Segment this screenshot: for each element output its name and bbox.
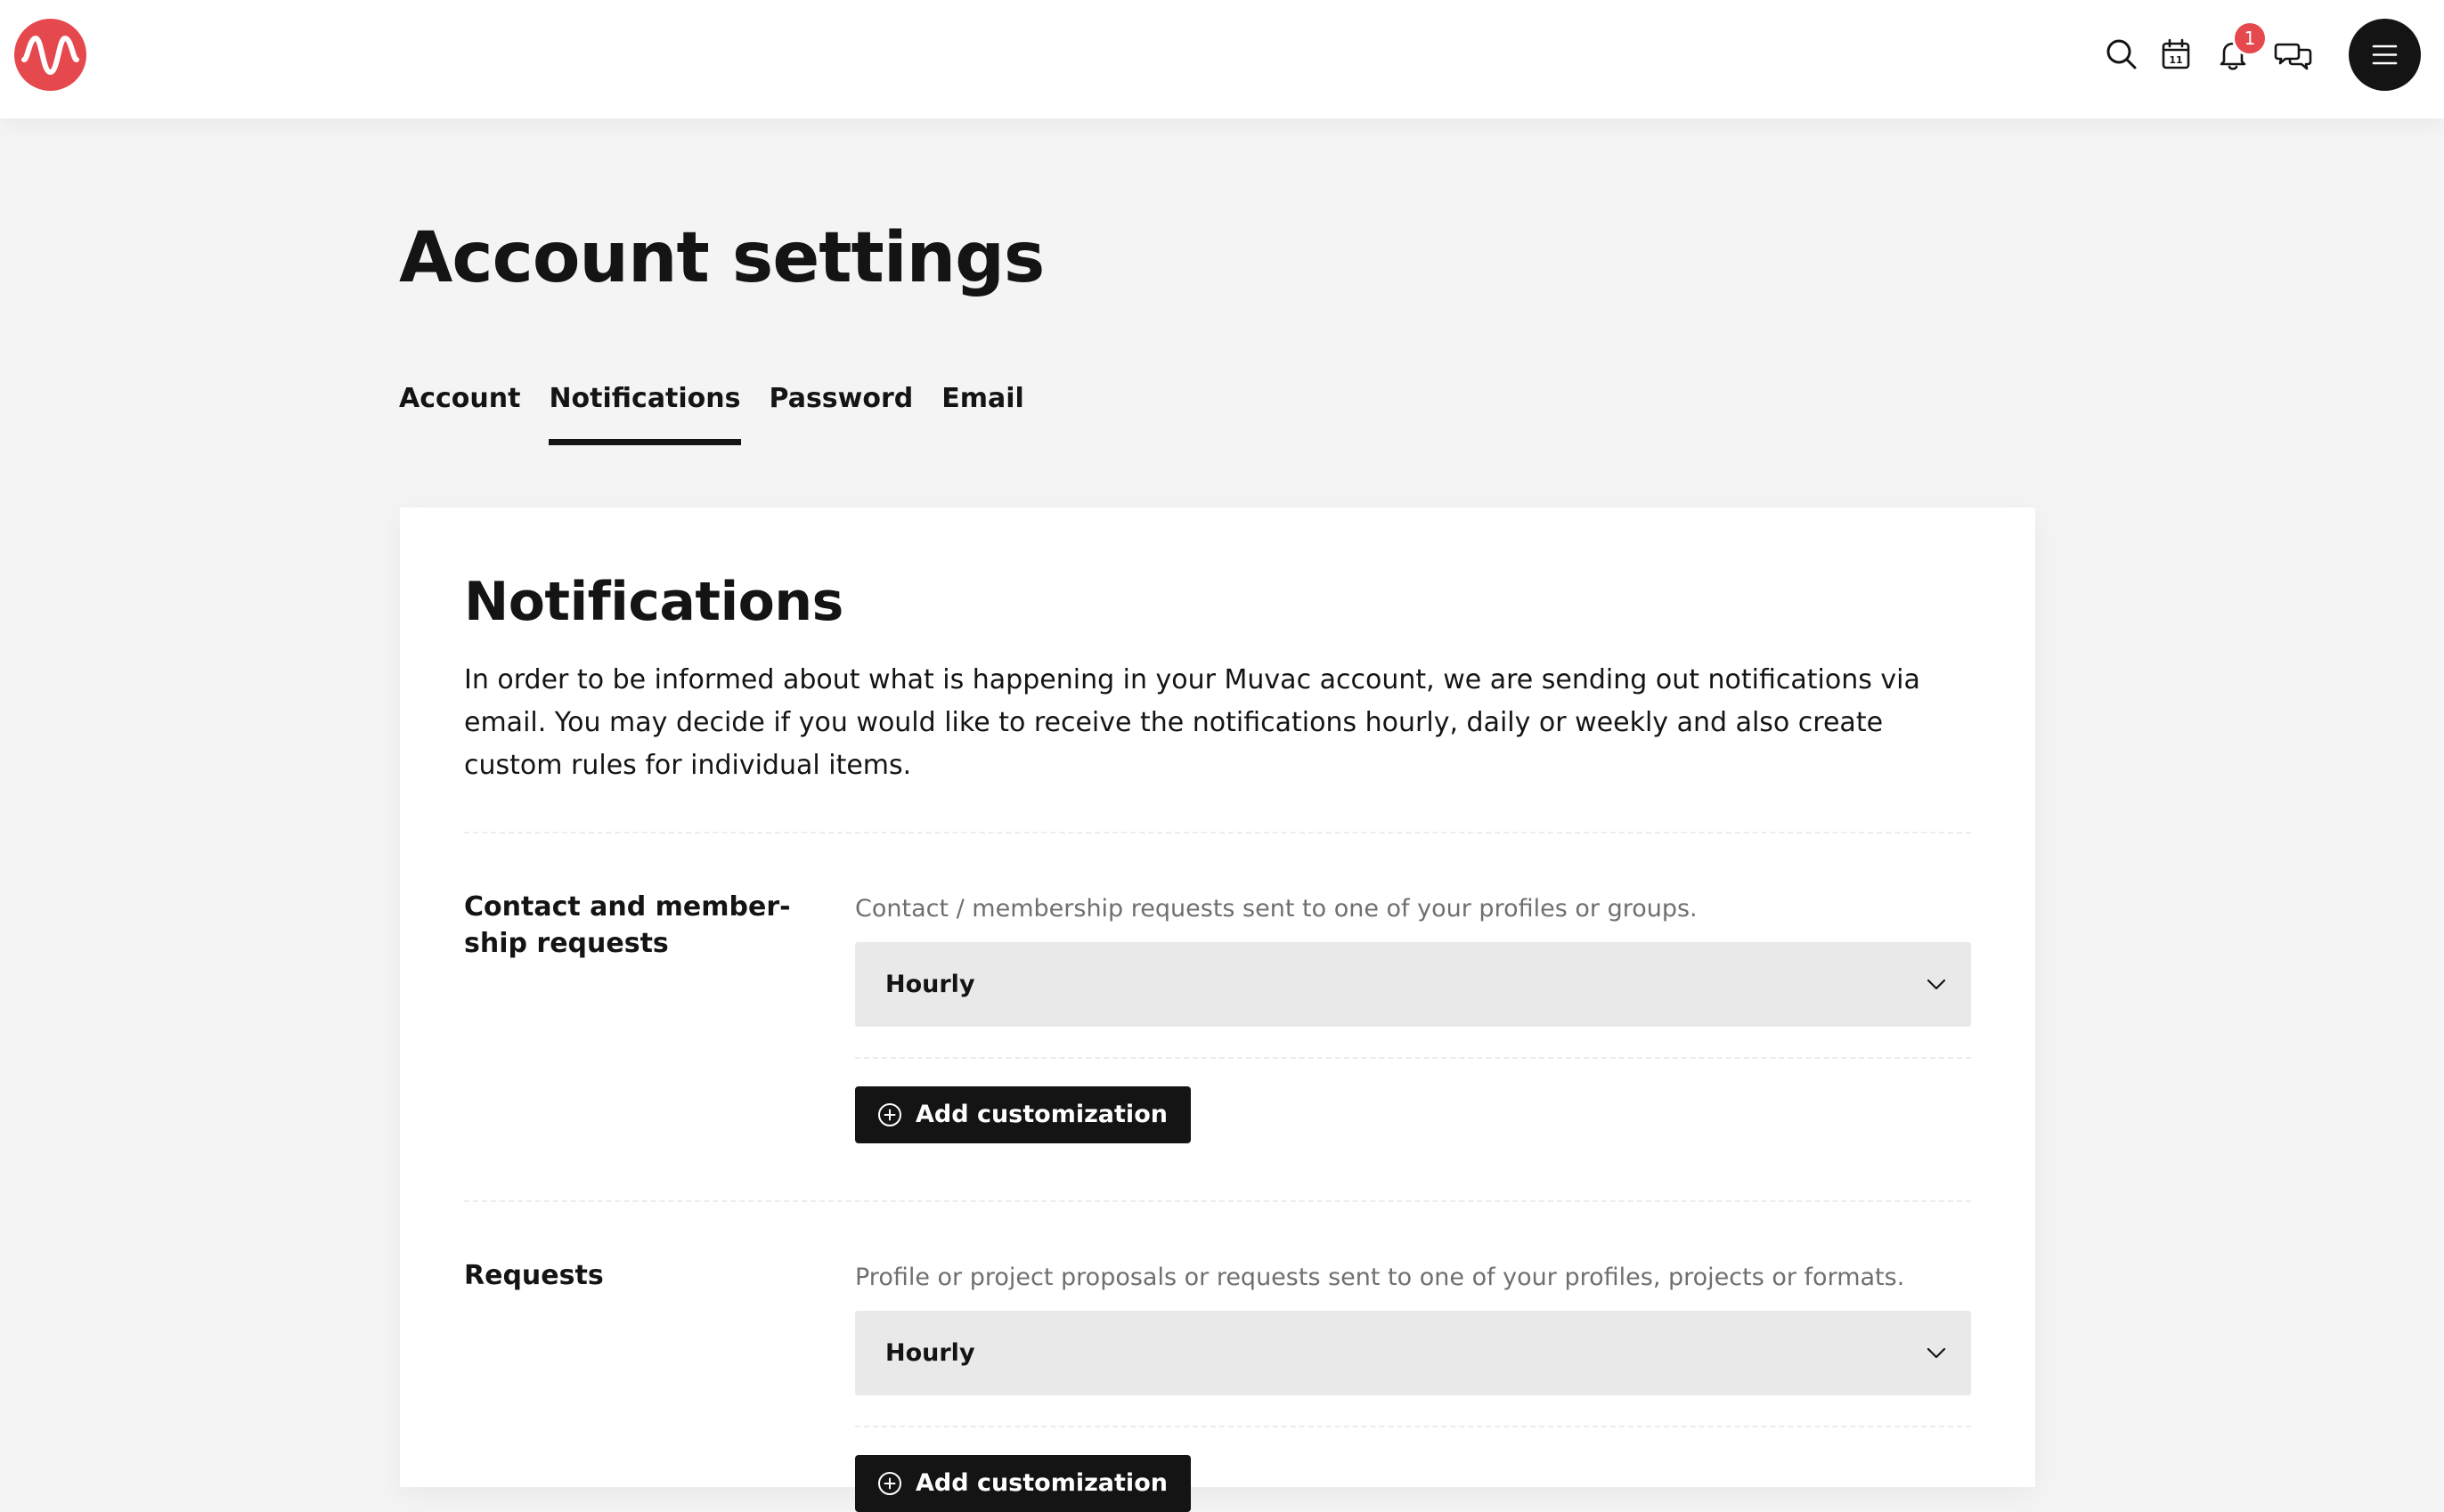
main-menu-button[interactable] xyxy=(2349,19,2421,91)
add-customization-label: Add customization xyxy=(916,1469,1168,1497)
settings-tabs: Account Notifications Password Email xyxy=(399,374,1024,445)
frequency-select-contact-membership[interactable]: Hourly xyxy=(855,942,1971,1027)
chevron-down-icon xyxy=(1927,979,1946,990)
divider xyxy=(464,832,1971,833)
section-label-contact-membership: Contact and member-ship requests xyxy=(464,891,791,959)
calendar-day: 11 xyxy=(2169,54,2182,66)
calendar-icon[interactable]: 11 xyxy=(2157,36,2195,73)
plus-circle-icon xyxy=(878,1103,901,1126)
notifications-intro: In order to be informed about what is ha… xyxy=(464,664,1920,781)
section-label-requests: Requests xyxy=(464,1260,604,1291)
frequency-value: Hourly xyxy=(885,1339,975,1367)
divider xyxy=(464,1200,1971,1202)
tab-notifications[interactable]: Notifications xyxy=(549,374,741,445)
tab-email[interactable]: Email xyxy=(941,374,1024,445)
muvac-logo[interactable] xyxy=(14,19,86,91)
section-description-requests: Profile or project proposals or requests… xyxy=(855,1264,1905,1291)
notification-count-badge: 1 xyxy=(2235,23,2265,53)
divider xyxy=(855,1426,1971,1427)
chat-icon[interactable] xyxy=(2273,36,2312,73)
plus-circle-icon xyxy=(878,1472,901,1495)
chevron-down-icon xyxy=(1927,1347,1946,1359)
add-customization-label: Add customization xyxy=(916,1101,1168,1128)
search-icon[interactable] xyxy=(2103,36,2140,73)
frequency-value: Hourly xyxy=(885,971,975,998)
top-navigation-bar: 11 1 xyxy=(0,0,2444,118)
frequency-select-requests[interactable]: Hourly xyxy=(855,1311,1971,1395)
add-customization-button[interactable]: Add customization xyxy=(855,1455,1191,1512)
menu-icon xyxy=(2372,45,2398,65)
tab-account[interactable]: Account xyxy=(399,374,520,445)
notifications-card: Notifications In order to be informed ab… xyxy=(400,508,2035,1512)
page-title: Account settings xyxy=(399,218,1045,298)
divider xyxy=(855,1057,1971,1059)
tab-password[interactable]: Password xyxy=(770,374,914,445)
wave-logo-icon xyxy=(21,36,79,75)
notifications-title: Notifications xyxy=(464,571,843,633)
add-customization-button[interactable]: Add customization xyxy=(855,1086,1191,1143)
section-description-contact-membership: Contact / membership requests sent to on… xyxy=(855,895,1698,923)
